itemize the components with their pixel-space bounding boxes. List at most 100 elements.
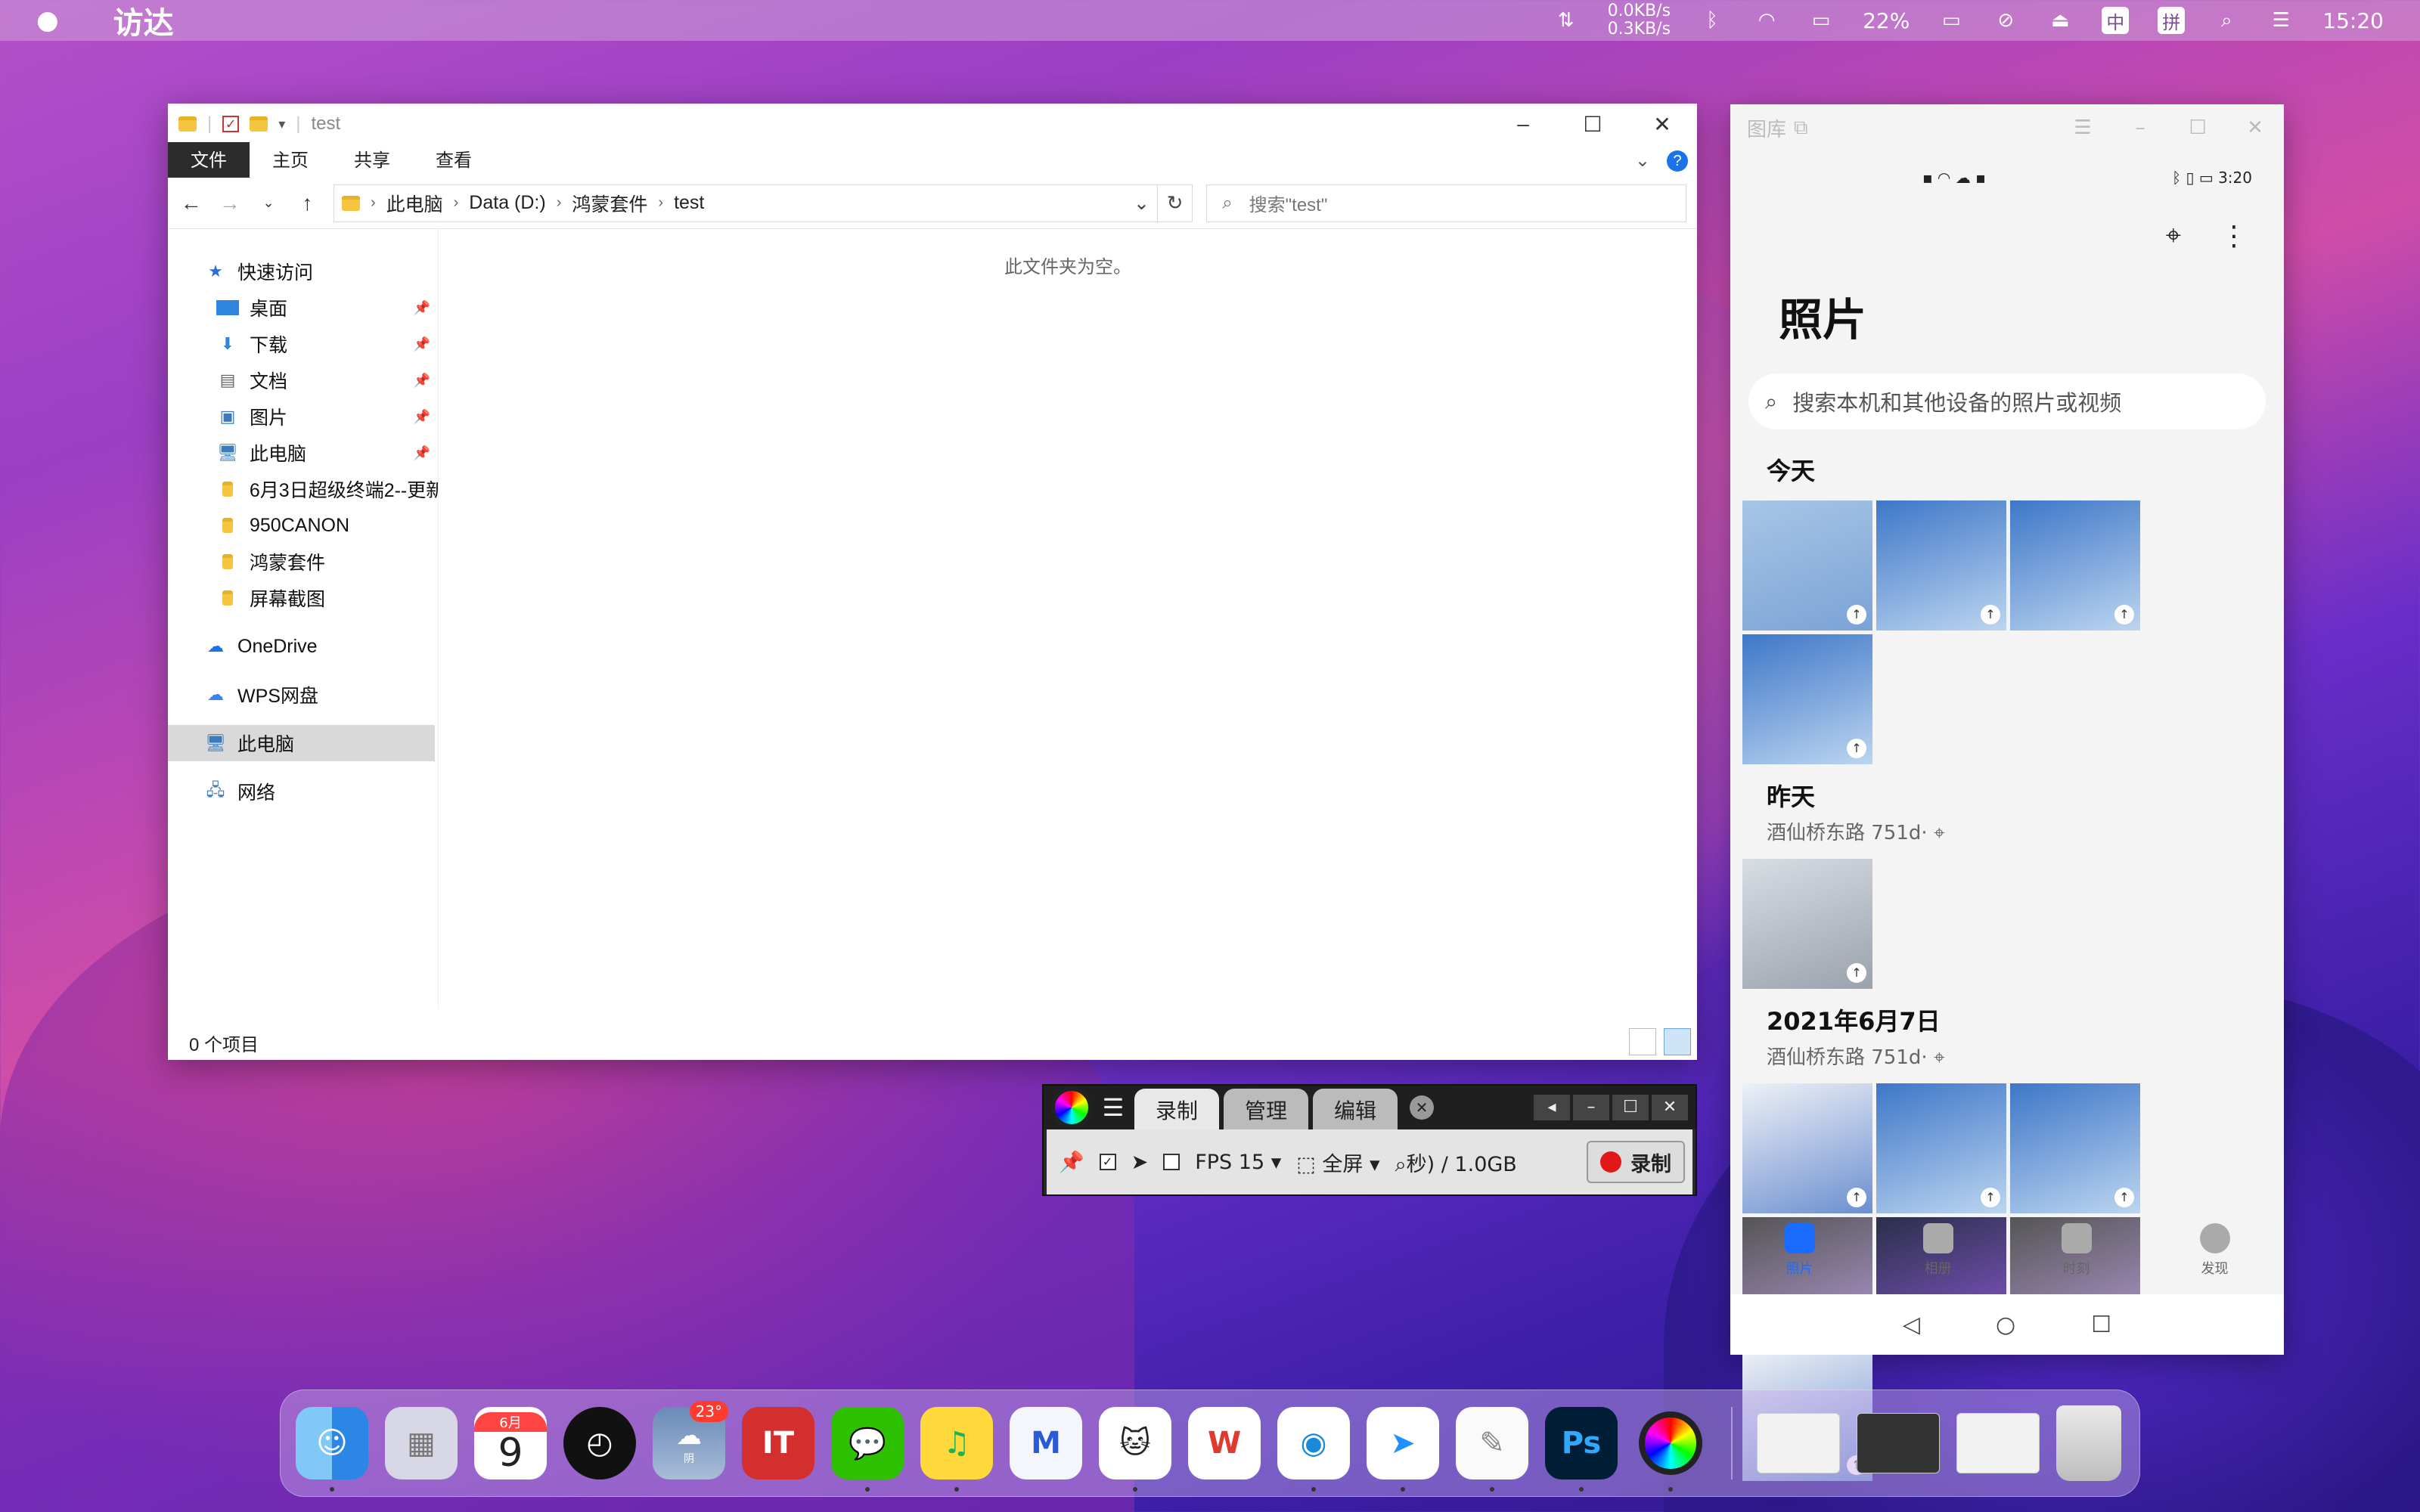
search-input[interactable]: 搜索"test" xyxy=(1249,190,1328,216)
search-input[interactable]: 搜索本机和其他设备的照片或视频 xyxy=(1792,386,2121,417)
edge-icon[interactable]: ◉ xyxy=(1277,1407,1350,1492)
nav-folder-950canon[interactable]: 950CANON xyxy=(168,507,438,544)
tab-record[interactable]: 录制 xyxy=(1134,1089,1220,1129)
pin-icon[interactable]: 📌 xyxy=(414,300,430,316)
ime-chinese-icon[interactable]: 中 xyxy=(2102,7,2130,34)
cat-app-icon[interactable]: 🐱 xyxy=(1099,1407,1171,1492)
calendar-icon[interactable]: 6月 9 xyxy=(474,1407,547,1479)
apple-menu-icon[interactable]: ● xyxy=(36,5,59,36)
tab-edit[interactable]: 编辑 xyxy=(1313,1089,1398,1129)
ithome-icon[interactable]: IT xyxy=(742,1407,814,1479)
clock-icon[interactable]: ◴ xyxy=(563,1407,636,1479)
weather-icon[interactable]: ☁ 23° 阴 xyxy=(653,1401,728,1479)
search-icon[interactable]: ⌕ xyxy=(2214,9,2239,32)
tab-manage[interactable]: 管理 xyxy=(1224,1089,1309,1129)
back-button[interactable]: ← xyxy=(178,191,203,215)
more-options-icon[interactable]: ⋮ xyxy=(2220,221,2248,252)
menu-clock[interactable]: 15:20 xyxy=(2322,8,2384,33)
record-button[interactable]: 录制 xyxy=(1587,1141,1685,1183)
menu-button[interactable]: ☰ xyxy=(2054,116,2111,139)
photo-thumbnail[interactable]: ↑ xyxy=(1876,500,2006,631)
cursor-checkbox[interactable] xyxy=(1163,1154,1181,1170)
nav-pictures[interactable]: ▣ 图片 📌 xyxy=(168,398,438,435)
photo-thumbnail[interactable]: ↑ xyxy=(1876,1083,2006,1213)
close-tab-icon[interactable]: ✕ xyxy=(1410,1095,1435,1120)
maximize-button[interactable]: ☐ xyxy=(2169,116,2226,139)
photo-thumbnail[interactable]: ↑ xyxy=(1742,500,1872,631)
capture-mode-select[interactable]: ⬚ 全屏 ▾ xyxy=(1296,1148,1379,1177)
location-icon[interactable]: ⌖ xyxy=(2166,220,2181,252)
screen-icon[interactable]: ⧉ xyxy=(1794,116,1808,140)
tab-share[interactable]: 共享 xyxy=(331,142,413,178)
maximize-button[interactable]: ☐ xyxy=(1612,1095,1649,1120)
large-icons-view-button[interactable] xyxy=(1664,1028,1691,1055)
tab-file[interactable]: 文件 xyxy=(168,142,250,178)
nav-folder-screenshots[interactable]: 屏幕截图 xyxy=(168,580,438,616)
nav-desktop[interactable]: 桌面 📌 xyxy=(168,290,438,326)
photo-thumbnail[interactable]: ↑ xyxy=(1742,859,1872,989)
wechat-icon[interactable]: 💬 xyxy=(831,1407,904,1492)
photo-thumbnail[interactable]: ↑ xyxy=(1742,634,1872,764)
close-button[interactable]: ✕ xyxy=(2226,116,2284,139)
address-bar[interactable]: › 此电脑 › Data (D:) › 鸿蒙套件 › test ⌄ xyxy=(333,184,1158,222)
nav-documents[interactable]: ▤ 文档 📌 xyxy=(168,362,438,398)
menu-icon[interactable]: ☰ xyxy=(1097,1093,1130,1122)
breadcrumb-hongmeng[interactable]: 鸿蒙套件 xyxy=(572,190,647,217)
ime-pinyin-icon[interactable]: 拼 xyxy=(2158,7,2186,34)
recorder-logo-icon[interactable] xyxy=(1051,1087,1092,1128)
nav-wps-drive[interactable]: ☁ WPS网盘 xyxy=(168,677,438,713)
pin-icon[interactable]: 📌 xyxy=(414,409,430,425)
breadcrumb-test[interactable]: test xyxy=(674,192,704,214)
new-folder-icon[interactable] xyxy=(250,116,268,132)
maximize-button[interactable]: ☐ xyxy=(1558,112,1627,137)
gallery-search[interactable]: ⌕ 搜索本机和其他设备的照片或视频 xyxy=(1748,373,2266,429)
recorder-app-icon[interactable] xyxy=(1634,1407,1707,1492)
back-nav-icon[interactable]: ◁ xyxy=(1903,1312,1920,1338)
nav-network[interactable]: 🖧 网络 xyxy=(168,773,438,810)
nav-folder-hongmeng[interactable]: 鸿蒙套件 xyxy=(168,544,438,580)
nav-downloads[interactable]: ⬇ 下载 📌 xyxy=(168,326,438,362)
details-view-button[interactable] xyxy=(1629,1028,1656,1055)
size-limit-label[interactable]: ⌕秒) / 1.0GB xyxy=(1395,1148,1517,1177)
up-button[interactable]: ↑ xyxy=(295,191,320,215)
expand-ribbon-icon[interactable]: ⌄ xyxy=(1635,150,1650,172)
tab-discover[interactable]: 发现 xyxy=(2199,1223,2230,1278)
sync-icon[interactable]: ⇅ xyxy=(1553,9,1579,32)
minimize-button[interactable]: – xyxy=(1488,112,1558,137)
bluetooth-icon[interactable]: ᛒ xyxy=(1699,9,1725,32)
close-button[interactable]: ✕ xyxy=(1627,112,1697,137)
pin-icon[interactable]: 📌 xyxy=(414,336,430,352)
pin-icon[interactable]: 📌 xyxy=(1059,1150,1084,1174)
close-button[interactable]: ✕ xyxy=(1652,1095,1688,1120)
chevron-down-icon[interactable]: ▾ xyxy=(278,116,285,132)
tab-home[interactable]: 主页 xyxy=(250,142,331,178)
tab-view[interactable]: 查看 xyxy=(413,142,495,178)
photo-thumbnail[interactable]: ↑ xyxy=(2010,1083,2140,1213)
control-center-icon[interactable]: ☰ xyxy=(2268,9,2294,32)
mute-icon[interactable]: ⊘ xyxy=(1993,9,2018,32)
notes-icon[interactable]: ✎ xyxy=(1456,1407,1528,1492)
minimized-window-thumbnail[interactable] xyxy=(1757,1413,1840,1473)
pin-icon[interactable]: 📌 xyxy=(414,445,430,461)
photo-thumbnail[interactable]: ↑ xyxy=(1742,1083,1872,1213)
battery-icon[interactable]: ▭ xyxy=(1938,9,1964,32)
nav-onedrive[interactable]: ☁ OneDrive xyxy=(168,628,438,665)
recent-locations-button[interactable]: ⌄ xyxy=(256,195,281,211)
fps-select[interactable]: FPS 15 ▾ xyxy=(1195,1151,1281,1174)
nav-quick-access[interactable]: ★ 快速访问 xyxy=(168,253,438,290)
app-menu-finder[interactable]: 访达 xyxy=(107,0,180,57)
display-icon[interactable]: ▭ xyxy=(1808,9,1834,32)
qq-music-icon[interactable]: ♫ xyxy=(920,1407,993,1492)
nav-this-pc[interactable]: 🖥 此电脑 xyxy=(168,725,435,761)
wps-icon[interactable]: W xyxy=(1188,1407,1261,1479)
help-button[interactable]: ? xyxy=(1667,150,1688,172)
breadcrumb-drive-d[interactable]: Data (D:) xyxy=(469,192,545,214)
minimized-window-thumbnail[interactable] xyxy=(1956,1413,2040,1473)
tab-albums[interactable]: 相册 xyxy=(1922,1223,1953,1278)
minimize-button[interactable]: – xyxy=(1573,1095,1609,1120)
nav-folder-june3[interactable]: 6月3日超级终端2--更新 xyxy=(168,471,438,507)
nav-this-pc-pinned[interactable]: 🖥 此电脑 📌 xyxy=(168,435,438,471)
breadcrumb-this-pc[interactable]: 此电脑 xyxy=(386,190,443,217)
minimize-button[interactable]: – xyxy=(2111,116,2169,139)
photo-thumbnail[interactable]: ↑ xyxy=(2010,500,2140,631)
